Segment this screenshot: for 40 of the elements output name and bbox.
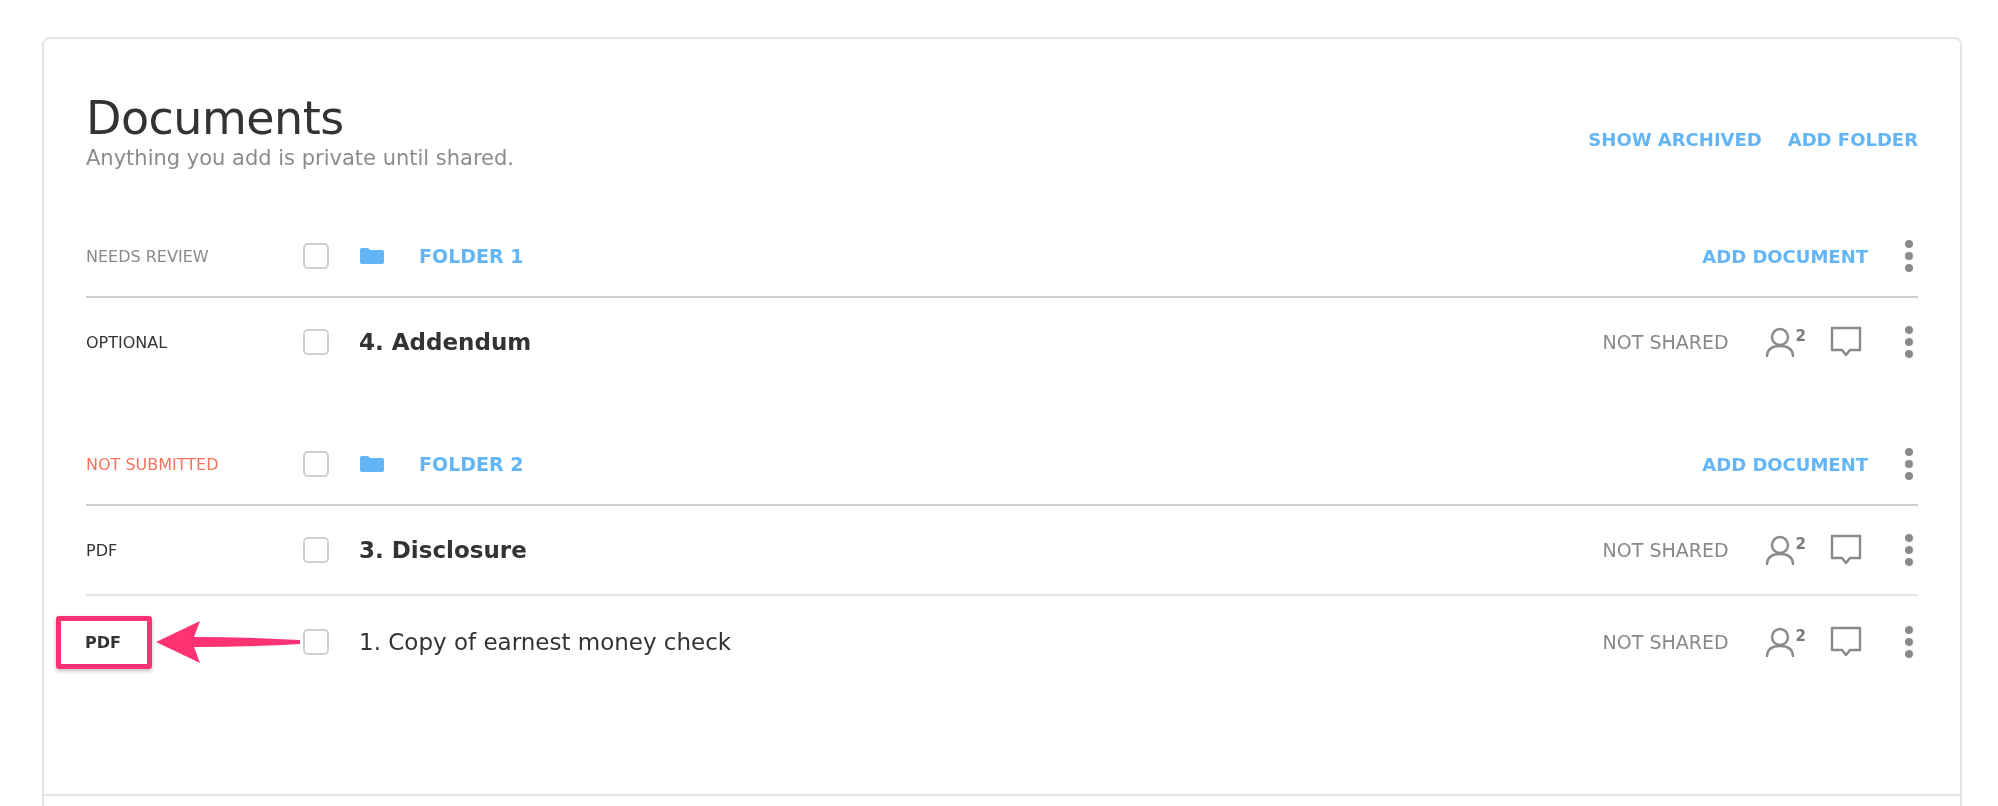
page-subtitle: Anything you add is private until shared. (86, 146, 515, 171)
folder-name[interactable]: FOLDER 1 (419, 245, 1703, 268)
more-icon[interactable] (1904, 625, 1914, 660)
header-link[interactable]: ADD FOLDER (1787, 129, 1918, 150)
comment-icon[interactable] (1830, 626, 1862, 659)
folder-status: NOT SUBMITTED (86, 454, 219, 474)
add-document-link[interactable]: ADD DOCUMENT (1702, 245, 1868, 267)
file-type: PDF (86, 540, 118, 560)
checkbox[interactable] (303, 451, 329, 478)
document-name[interactable]: 3. Disclosure (359, 537, 1603, 564)
page-title: Documents (86, 91, 345, 147)
checkbox[interactable] (303, 629, 329, 656)
comment-icon[interactable] (1830, 326, 1862, 359)
folder-icon (359, 247, 385, 266)
more-icon[interactable] (1904, 533, 1914, 568)
highlighted-file-type: PDF (56, 615, 152, 669)
share-count: 2 (1795, 535, 1806, 554)
person-icon[interactable] (1764, 627, 1795, 658)
document-name[interactable]: 1. Copy of earnest money check (359, 629, 1603, 656)
header-link[interactable]: SHOW ARCHIVED (1588, 129, 1762, 150)
checkbox[interactable] (303, 243, 329, 270)
more-icon[interactable] (1904, 447, 1914, 482)
folder-icon (359, 455, 385, 474)
folder-status: NEEDS REVIEW (86, 246, 209, 266)
checkbox[interactable] (303, 537, 329, 564)
checkbox[interactable] (303, 329, 329, 356)
more-icon[interactable] (1904, 239, 1914, 274)
person-icon[interactable] (1764, 535, 1795, 566)
person-icon[interactable] (1764, 327, 1795, 358)
comment-icon[interactable] (1830, 534, 1862, 567)
share-count: 2 (1795, 627, 1806, 646)
folder-name[interactable]: FOLDER 2 (419, 453, 1703, 476)
share-count: 2 (1795, 327, 1806, 346)
sharing-status: NOT SHARED (1602, 539, 1729, 562)
file-type: OPTIONAL (86, 332, 168, 352)
add-document-link[interactable]: ADD DOCUMENT (1702, 453, 1868, 475)
document-name[interactable]: 4. Addendum (359, 329, 1603, 356)
more-icon[interactable] (1904, 325, 1914, 360)
sharing-status: NOT SHARED (1602, 631, 1729, 654)
sharing-status: NOT SHARED (1602, 331, 1729, 354)
